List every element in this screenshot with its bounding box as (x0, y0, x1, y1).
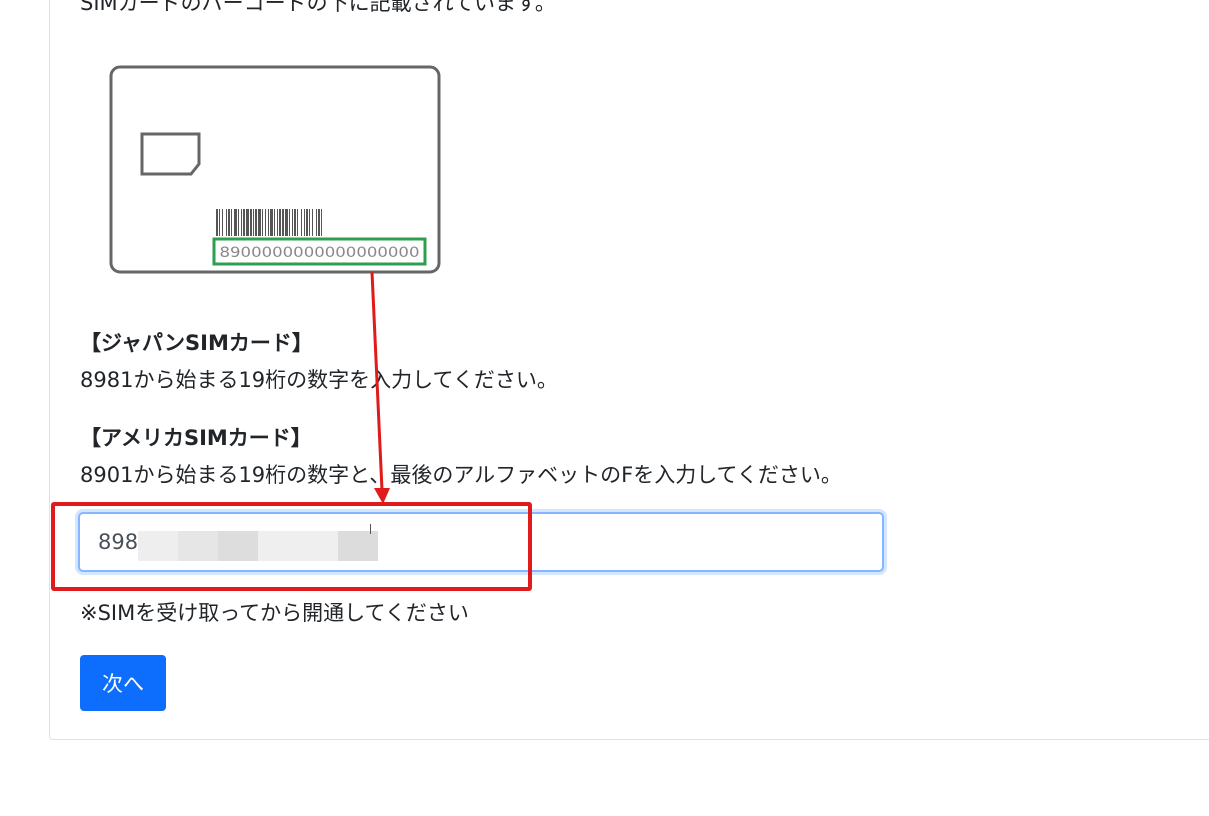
japan-sim-description: 8981から始まる19桁の数字を入力してください。 (80, 368, 558, 392)
japan-sim-heading: 【ジャパンSIMカード】 (80, 331, 313, 355)
america-sim-heading: 【アメリカSIMカード】 (80, 426, 312, 450)
sim-card-illustration: 8900000000000000000 (109, 65, 441, 274)
america-sim-description: 8901から始まる19桁の数字と、最後のアルファベットのFを入力してください。 (80, 463, 842, 487)
intro-text: SIMカードのバーコードの下に記載されています。 (80, 0, 556, 15)
sim-card-number: 8900000000000000000 (220, 245, 420, 261)
barcode-icon (216, 209, 322, 236)
next-button[interactable]: 次へ (80, 655, 166, 711)
annotation-highlight-box (51, 502, 532, 591)
activation-note: ※SIMを受け取ってから開通してください (80, 601, 469, 625)
